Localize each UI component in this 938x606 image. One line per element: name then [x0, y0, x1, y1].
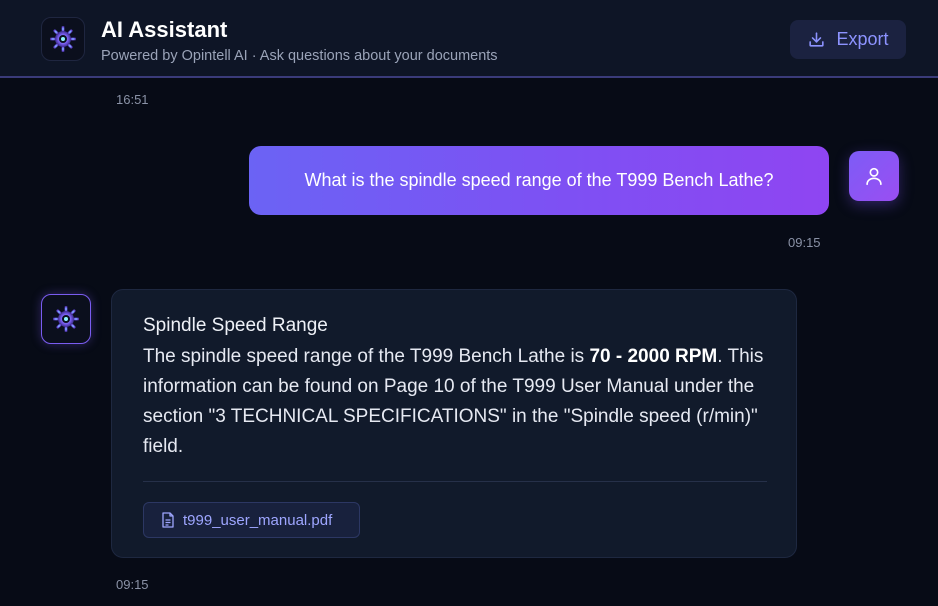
user-message-timestamp: 09:15	[788, 235, 821, 250]
export-button[interactable]: Export	[790, 20, 906, 59]
user-icon	[866, 167, 882, 186]
document-icon	[162, 512, 174, 528]
divider	[143, 481, 767, 482]
timestamp: 16:51	[116, 92, 149, 107]
page-title: AI Assistant	[101, 17, 228, 42]
assistant-avatar	[41, 294, 91, 344]
page-subtitle: Powered by Opintell AI · Ask questions a…	[101, 48, 498, 64]
assistant-message-heading: Spindle Speed Range	[143, 315, 328, 336]
app-logo	[41, 17, 85, 61]
gear-brain-icon	[50, 26, 76, 52]
assistant-message-body: The spindle speed range of the T999 Benc…	[143, 342, 773, 462]
assistant-message: Spindle Speed Range The spindle speed ra…	[111, 289, 797, 558]
app-window: AI Assistant Powered by Opintell AI · As…	[0, 0, 938, 606]
user-avatar	[849, 151, 899, 201]
source-file-chip[interactable]: t999_user_manual.pdf	[143, 502, 360, 538]
user-message: What is the spindle speed range of the T…	[249, 146, 829, 215]
chat-area[interactable]: 16:51 What is the spindle speed range of…	[0, 80, 938, 606]
source-file-name: t999_user_manual.pdf	[183, 511, 333, 529]
assistant-message-timestamp: 09:15	[116, 577, 149, 592]
user-message-text: What is the spindle speed range of the T…	[304, 170, 774, 190]
export-label: Export	[836, 29, 889, 49]
body-text-highlight: 70 - 2000 RPM	[589, 346, 718, 367]
gear-brain-icon	[53, 306, 79, 332]
header: AI Assistant Powered by Opintell AI · As…	[0, 0, 938, 78]
download-icon	[809, 32, 825, 47]
body-text-start: The spindle speed range of the T999 Benc…	[143, 346, 590, 367]
